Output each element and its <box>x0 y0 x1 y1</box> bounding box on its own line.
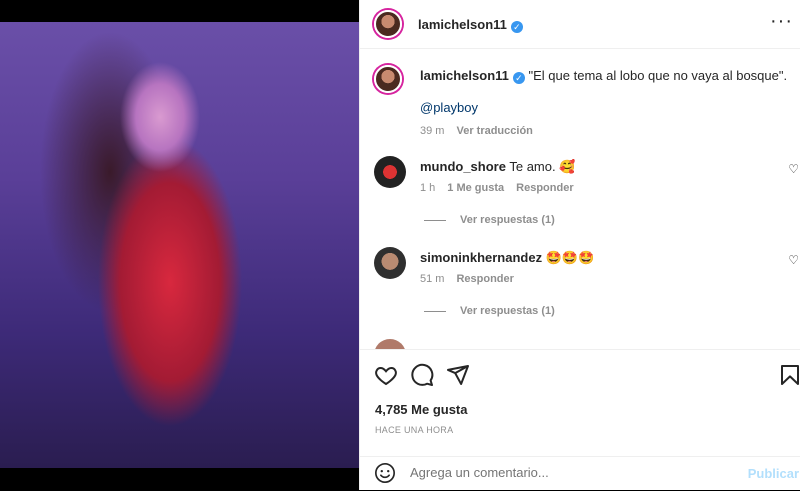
commenter-avatar[interactable] <box>374 247 406 279</box>
mention-link[interactable]: @playboy <box>420 99 478 117</box>
share-icon[interactable] <box>446 363 470 387</box>
reply-button[interactable]: Responder <box>456 273 513 285</box>
comment-emoji: 🥰 <box>559 159 576 174</box>
post-actions: 4,785 Me gusta HACE UNA HORA <box>360 349 800 440</box>
caption-meta: 39 m Ver traducción <box>420 125 545 137</box>
caption-time[interactable]: 39 m <box>420 125 444 137</box>
emoji-icon[interactable] <box>374 462 396 484</box>
author-avatar[interactable] <box>374 10 402 38</box>
publish-button[interactable]: Publicar <box>748 466 799 481</box>
commenter-avatar[interactable] <box>374 339 406 349</box>
comment-icon[interactable] <box>410 363 434 387</box>
post-header: lamichelson11 ✓ ··· <box>360 0 800 49</box>
comment-text-line: mundo_shore Te amo. 🥰 <box>420 158 575 176</box>
more-options-icon[interactable]: ··· <box>770 10 793 33</box>
comments-area[interactable]: lamichelson11 ✓ "El que tema al lobo que … <box>360 49 800 349</box>
comment-input[interactable] <box>410 465 710 480</box>
comment-like-icon[interactable]: ♡ <box>788 162 799 176</box>
comment-like-icon[interactable]: ♡ <box>788 253 799 267</box>
posted-time[interactable]: HACE UNA HORA <box>375 425 453 435</box>
caption-text: "El que tema al lobo que no vaya al bosq… <box>528 68 788 83</box>
author-name-wrap: lamichelson11 ✓ <box>418 16 523 34</box>
view-replies-button[interactable]: Ver respuestas (1) <box>424 305 555 317</box>
comment-meta: 1 h 1 Me gusta Responder <box>420 182 586 194</box>
commenter-avatar[interactable] <box>374 156 406 188</box>
comment-meta: 51 m Responder <box>420 273 526 285</box>
comment-item: simoninkhernandez 🤩🤩🤩 ♡ 51 m Responder Ve… <box>374 247 800 327</box>
heart-icon[interactable] <box>374 363 398 387</box>
comment-likes[interactable]: 1 Me gusta <box>447 182 504 194</box>
verified-icon: ✓ <box>510 21 523 33</box>
caption-avatar[interactable] <box>374 65 402 93</box>
comment-text: Te amo. <box>509 159 556 174</box>
comment-time[interactable]: 1 h <box>420 182 435 194</box>
caption: lamichelson11 ✓ "El que tema al lobo que … <box>374 63 800 143</box>
verified-icon: ✓ <box>512 72 525 84</box>
comment-item-partial <box>374 339 800 349</box>
bookmark-icon[interactable] <box>778 363 800 387</box>
comment-time[interactable]: 51 m <box>420 273 444 285</box>
likes-count[interactable]: 4,785 Me gusta <box>375 402 468 417</box>
caption-username[interactable]: lamichelson11 <box>420 68 509 83</box>
commenter-username[interactable]: mundo_shore <box>420 159 506 174</box>
comment-item: mundo_shore Te amo. 🥰 ♡ 1 h 1 Me gusta Res… <box>374 156 800 236</box>
reply-button[interactable]: Responder <box>516 182 573 194</box>
comment-emoji: 🤩🤩🤩 <box>545 250 595 265</box>
post-image <box>0 22 359 468</box>
post-photo[interactable] <box>0 0 359 490</box>
commenter-username[interactable]: simoninkhernandez <box>420 250 542 265</box>
caption-text-line: lamichelson11 ✓ "El que tema al lobo que … <box>420 67 787 85</box>
comment-text-line: simoninkhernandez 🤩🤩🤩 <box>420 249 594 267</box>
translate-button[interactable]: Ver traducción <box>456 125 532 137</box>
post-details-panel: lamichelson11 ✓ ··· lamichelson11 ✓ "El qu… <box>359 0 800 490</box>
author-username[interactable]: lamichelson11 <box>418 17 507 32</box>
view-replies-button[interactable]: Ver respuestas (1) <box>424 214 555 226</box>
comment-composer: Publicar <box>360 456 800 491</box>
